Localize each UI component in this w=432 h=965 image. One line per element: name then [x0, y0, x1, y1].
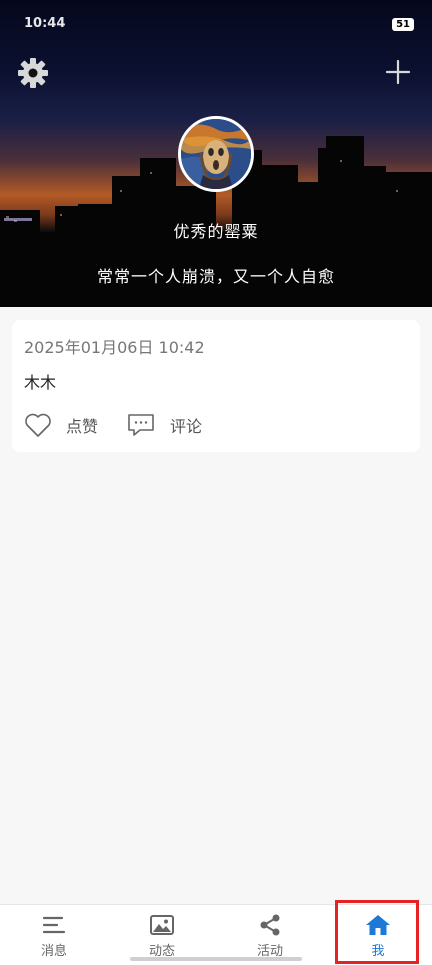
nav-label-me: 我 [371, 944, 385, 959]
like-button[interactable]: 点赞 [24, 412, 98, 438]
post-content: 木木 [24, 373, 57, 392]
post-timestamp: 2025年01月06日 10:42 [24, 338, 205, 357]
bottom-nav: 消息 动态 活动 我 [0, 904, 432, 965]
comment-button[interactable]: 评论 [126, 412, 202, 438]
post-card: 2025年01月06日 10:42 木木 点赞 评论 [12, 320, 420, 452]
settings-button[interactable] [16, 56, 50, 90]
avatar-image [181, 119, 251, 189]
profile-username: 优秀的罂粟 [173, 222, 259, 241]
nav-item-me[interactable]: 我 [324, 905, 432, 965]
add-post-button[interactable] [384, 58, 412, 86]
avatar[interactable] [178, 116, 254, 192]
nav-item-moments[interactable]: 动态 [108, 905, 216, 965]
comment-label: 评论 [170, 417, 203, 436]
nav-label-messages: 消息 [40, 944, 67, 959]
heart-icon [25, 413, 51, 437]
share-icon [260, 914, 280, 936]
status-icons: 51 [392, 18, 414, 31]
like-label: 点赞 [66, 417, 99, 436]
battery-indicator: 51 [392, 18, 414, 31]
post-actions: 点赞 评论 [24, 412, 230, 438]
home-indicator [130, 957, 302, 961]
profile-signature: 常常一个人崩溃，又一个人自愈 [96, 267, 335, 286]
nav-item-messages[interactable]: 消息 [0, 905, 108, 965]
picture-icon [150, 915, 174, 935]
lines-icon [42, 916, 66, 934]
status-time: 10:44 [24, 16, 66, 31]
home-icon [366, 915, 390, 935]
profile-header: 10:44 51 优秀的罂粟 常常一个人崩溃，又一个人自愈 [0, 0, 432, 307]
gear-icon [18, 58, 48, 88]
plus-icon [385, 59, 411, 85]
nav-item-activities[interactable]: 活动 [216, 905, 324, 965]
comment-bubble-icon [128, 414, 154, 436]
status-bar: 10:44 51 [0, 0, 432, 48]
